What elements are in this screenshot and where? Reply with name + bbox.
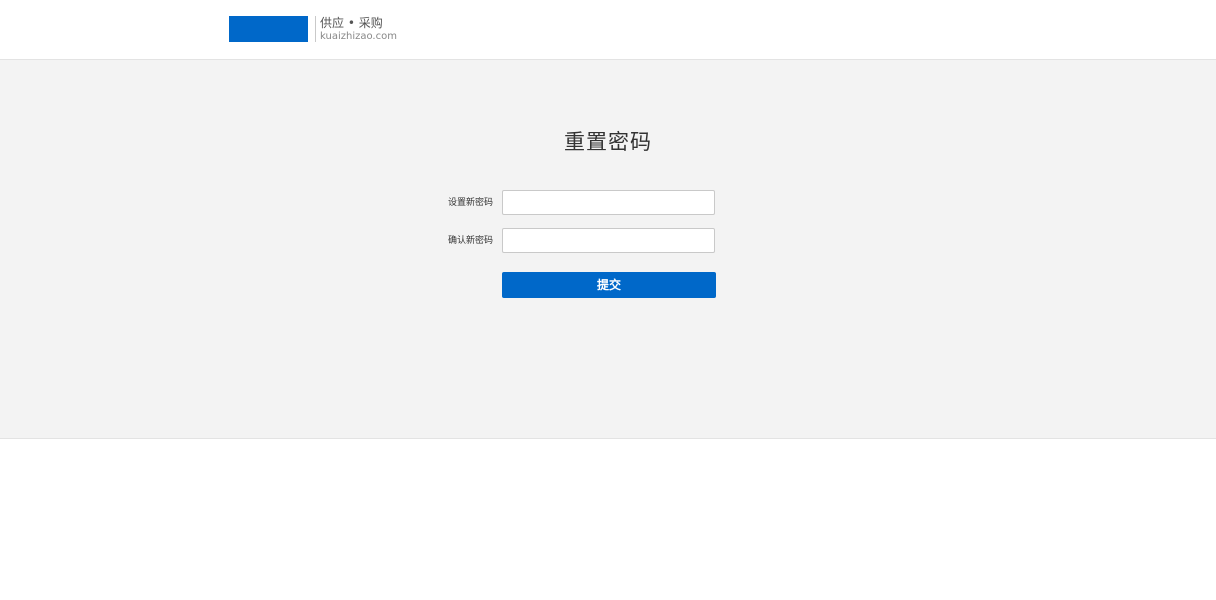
submit-button[interactable]: 提交 <box>502 272 716 298</box>
brand-tagline: 供应 • 采购 <box>320 16 383 30</box>
site-header: 供应 • 采购 kuaizhizao.com <box>0 0 1216 60</box>
site-logo[interactable] <box>229 16 308 42</box>
confirm-password-label: 确认新密码 <box>447 236 493 246</box>
logo-divider <box>315 16 316 42</box>
brand-domain: kuaizhizao.com <box>320 31 397 42</box>
page-title: 重置密码 <box>564 130 652 154</box>
new-password-input[interactable] <box>502 190 715 215</box>
confirm-password-input[interactable] <box>502 228 715 253</box>
reset-password-panel: 重置密码 设置新密码 确认新密码 提交 <box>0 60 1216 439</box>
new-password-label: 设置新密码 <box>447 198 493 208</box>
